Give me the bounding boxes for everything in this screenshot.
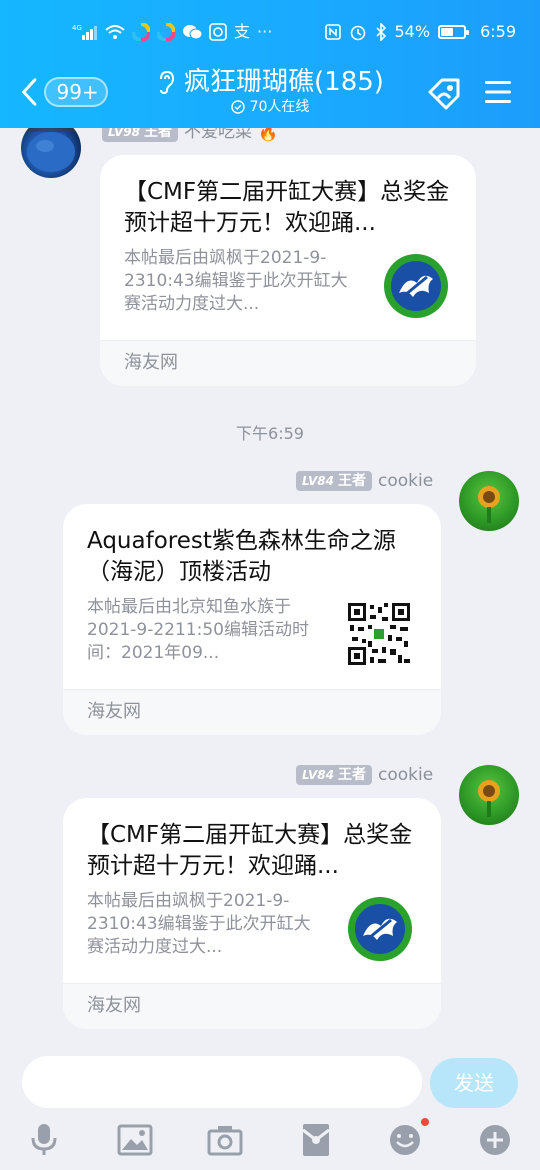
input-area: 发送 <box>0 1040 540 1170</box>
status-time: 6:59 <box>480 22 516 41</box>
menu-button[interactable] <box>482 76 514 108</box>
header: 4G 支 ··· 54% 6:59 99+ 疯狂珊瑚礁(185) 70人在线 <box>0 0 540 128</box>
message-input[interactable] <box>22 1056 422 1108</box>
more-button[interactable] <box>475 1120 515 1160</box>
alipay-icon: 支 <box>234 22 251 41</box>
unread-count-badge: 99+ <box>44 77 108 107</box>
online-count: 70人在线 <box>249 99 310 115</box>
level-badge: LV84 王者 <box>296 471 372 491</box>
card-description: 本帖最后由北京知鱼水族于2021-9-2211:50编辑活动时间：2021年09… <box>87 597 309 663</box>
status-right: 54% 6:59 <box>324 22 516 42</box>
card-description: 本帖最后由飒枫于2021-9-2310:43编辑鉴于此次开缸大赛活动力度过大..… <box>124 248 348 314</box>
nav-row: 99+ 疯狂珊瑚礁(185) 70人在线 <box>0 64 540 124</box>
plus-icon <box>480 1125 510 1155</box>
card-description: 本帖最后由飒枫于2021-9-2310:43编辑鉴于此次开缸大赛活动力度过大..… <box>87 891 311 957</box>
send-button[interactable]: 发送 <box>430 1058 518 1108</box>
avatar[interactable] <box>459 471 519 531</box>
battery-icon <box>438 22 470 42</box>
app-notification-icon <box>132 22 150 42</box>
message-timestamp: 下午6:59 <box>236 424 304 443</box>
card-thumbnail-logo <box>347 896 413 962</box>
image-icon <box>117 1124 153 1156</box>
wechat-icon <box>182 22 202 42</box>
shield-app-icon <box>209 22 227 42</box>
input-toolbar <box>0 1118 540 1162</box>
rank-text: 王者 <box>337 473 366 489</box>
card-title: Aquaforest紫色森林生命之源（海泥）顶楼活动 <box>87 528 396 585</box>
status-bar: 4G 支 ··· 54% 6:59 <box>0 0 540 64</box>
group-tag-button[interactable] <box>424 72 466 114</box>
card-title: 【CMF第二届开缸大赛】总奖金预计超十万元！欢迎踊... <box>87 822 413 879</box>
level-text: LV84 <box>302 768 334 782</box>
wifi-icon <box>105 22 125 42</box>
chevron-left-icon <box>22 78 37 106</box>
chat-area[interactable]: LV98 王者 不爱吃菜 🔥 【CMF第二届开缸大赛】总奖金预计超十万元！欢迎踊… <box>0 0 540 1040</box>
hamburger-menu-icon <box>485 81 511 103</box>
ear-icon <box>160 70 175 95</box>
sender-line: LV84 王者 cookie <box>296 470 433 492</box>
emoji-icon <box>390 1125 420 1155</box>
status-left: 4G 支 ··· <box>72 22 272 42</box>
check-circle-icon <box>230 100 245 114</box>
back-button[interactable]: 99+ <box>18 72 108 112</box>
avatar[interactable] <box>459 765 519 825</box>
sunflower-avatar-image <box>478 486 500 523</box>
signal-icon: 4G <box>72 22 98 42</box>
card-thumbnail-logo <box>383 253 449 319</box>
red-packet-icon <box>302 1124 330 1156</box>
notification-dot <box>421 1118 429 1126</box>
sender-line: LV84 王者 cookie <box>296 764 433 786</box>
chat-title[interactable]: 疯狂珊瑚礁(185) 70人在线 <box>140 66 400 116</box>
level-text: LV84 <box>302 474 334 488</box>
sunflower-avatar-image <box>478 780 500 817</box>
microphone-icon <box>31 1124 57 1155</box>
rank-text: 王者 <box>337 767 366 783</box>
nfc-icon <box>324 22 341 42</box>
card-source: 海友网 <box>100 340 476 386</box>
battery-percent: 54% <box>394 22 431 41</box>
tag-icon <box>428 78 460 110</box>
shared-link-card[interactable]: 【CMF第二届开缸大赛】总奖金预计超十万元！欢迎踊... 本帖最后由飒枫于202… <box>63 798 441 1029</box>
app-notification-icon <box>157 22 175 42</box>
image-button[interactable] <box>115 1120 155 1160</box>
card-source: 海友网 <box>63 689 441 735</box>
shared-link-card[interactable]: 【CMF第二届开缸大赛】总奖金预计超十万元！欢迎踊... 本帖最后由飒枫于202… <box>100 155 476 386</box>
camera-button[interactable] <box>205 1120 245 1160</box>
camera-icon <box>207 1126 243 1156</box>
qr-code-thumbnail <box>346 601 412 667</box>
shared-link-card[interactable]: Aquaforest紫色森林生命之源（海泥）顶楼活动 本帖最后由北京知鱼水族于2… <box>63 504 441 735</box>
alarm-icon <box>349 22 367 42</box>
network-type: 4G <box>72 24 82 32</box>
level-badge: LV84 王者 <box>296 765 372 785</box>
sender-name[interactable]: cookie <box>378 470 433 492</box>
card-title: 【CMF第二届开缸大赛】总奖金预计超十万元！欢迎踊... <box>124 179 450 236</box>
card-source: 海友网 <box>63 983 441 1029</box>
red-packet-button[interactable] <box>296 1120 336 1160</box>
more-notifications-icon: ··· <box>257 22 273 41</box>
group-name: 疯狂珊瑚礁(185) <box>184 67 384 97</box>
emoji-button[interactable] <box>385 1118 429 1160</box>
sender-name[interactable]: cookie <box>378 764 433 786</box>
voice-button[interactable] <box>24 1120 64 1160</box>
bluetooth-icon <box>375 22 387 42</box>
